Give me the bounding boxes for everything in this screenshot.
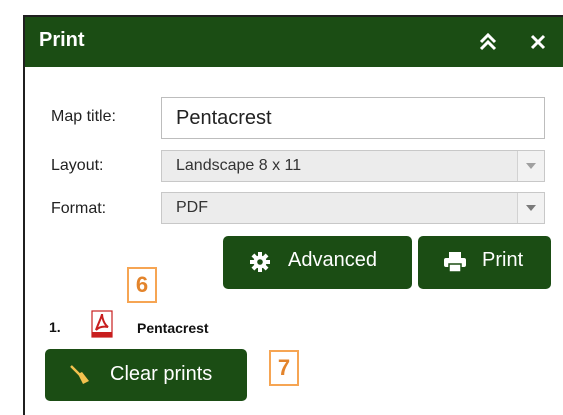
print-button[interactable]: Print: [418, 236, 551, 289]
printer-icon: [444, 252, 466, 278]
layout-select[interactable]: Landscape 8 x 11: [161, 150, 545, 182]
panel-titlebar: Print: [25, 17, 563, 67]
gear-icon: [250, 252, 270, 278]
print-item-number: 1.: [49, 319, 61, 335]
print-item-name[interactable]: Pentacrest: [137, 320, 209, 336]
print-button-label: Print: [482, 249, 524, 271]
format-label: Format:: [51, 200, 107, 217]
panel-title: Print: [39, 29, 85, 51]
chevron-down-icon[interactable]: [517, 193, 544, 223]
map-title-label: Map title:: [51, 108, 116, 125]
print-panel: Print Map title: Pentacrest Layout: Land…: [23, 15, 563, 415]
clear-prints-button[interactable]: Clear prints: [45, 349, 247, 401]
layout-label: Layout:: [51, 157, 104, 174]
advanced-button[interactable]: Advanced: [223, 236, 412, 289]
layout-select-value: Landscape 8 x 11: [176, 157, 302, 174]
broom-icon: [69, 364, 91, 392]
map-title-input[interactable]: Pentacrest: [161, 97, 545, 139]
format-select-value: PDF: [176, 199, 208, 216]
chevron-down-icon[interactable]: [517, 151, 544, 181]
format-select[interactable]: PDF: [161, 192, 545, 224]
callout-6: 6: [127, 267, 157, 303]
clear-prints-button-label: Clear prints: [110, 363, 213, 385]
pdf-icon[interactable]: [90, 310, 114, 343]
advanced-button-label: Advanced: [288, 249, 377, 271]
close-icon[interactable]: [525, 27, 551, 55]
callout-7: 7: [269, 350, 299, 386]
double-chevron-up-icon[interactable]: [475, 27, 501, 55]
